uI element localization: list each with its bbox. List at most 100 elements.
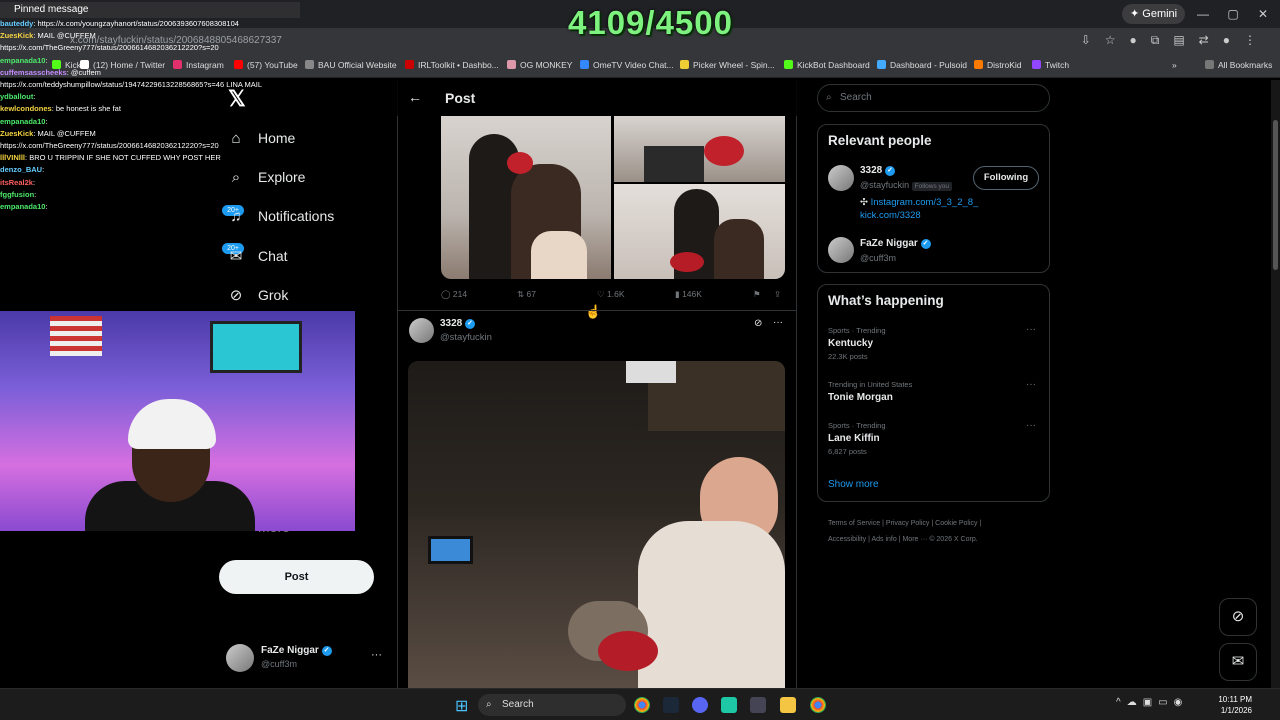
footer-link[interactable]: More ··· [902, 536, 927, 543]
reply-author-name[interactable]: 3328 ✓ [440, 318, 476, 329]
views-button[interactable]: ▮ 146K [675, 289, 702, 300]
taskbar-search[interactable]: ⌕ Search [478, 694, 626, 716]
avatar[interactable] [828, 237, 854, 263]
all-bookmarks[interactable]: All Bookmarks [1205, 60, 1272, 70]
more-icon[interactable]: ··· [1026, 420, 1036, 431]
chat-message: lllVINlll: BRO U TRIPPIN IF SHE NOT CUFF… [0, 153, 221, 163]
avatar[interactable] [409, 318, 434, 343]
trend-item[interactable]: Sports · Trending Lane Kiffin 6,827 post… [828, 421, 886, 456]
nav-grok[interactable]: ⊘ Grok [226, 286, 289, 304]
chat-message: empanada10: [0, 202, 48, 212]
person-name[interactable]: FaZe Niggar ✓ [860, 238, 931, 249]
footer-link[interactable]: Terms of Service [828, 520, 880, 527]
following-button[interactable]: Following [973, 166, 1039, 190]
chat-message: fggfusion: [0, 189, 37, 199]
chat-text: https://x.com/youngzayhanort/status/2006… [37, 19, 239, 28]
minimize-icon[interactable]: — [1188, 4, 1218, 24]
chat-message: https://x.com/TheGreeny777/status/200661… [0, 42, 300, 54]
gemini-label: Gemini [1142, 8, 1178, 20]
chat-text: MAIL @CUFFEM [37, 128, 96, 138]
person-handle: @stayfuckin Follows you [860, 180, 952, 191]
close-icon[interactable]: ✕ [1248, 4, 1278, 24]
verified-icon: ✓ [321, 646, 332, 656]
post-photo[interactable] [614, 184, 785, 279]
mouse-cursor-icon: ☝ [585, 304, 602, 319]
more-icon[interactable]: ··· [371, 649, 382, 661]
discord-icon[interactable] [692, 697, 708, 713]
bookmark-item[interactable]: IRLToolkit • Dashbo... [405, 60, 499, 70]
share-icon[interactable]: ⇪ [774, 289, 781, 300]
back-arrow-icon[interactable]: ← [408, 89, 422, 105]
repost-button[interactable]: ⇅ 67 [517, 289, 536, 300]
bookmark-item[interactable]: DistroKid [974, 60, 1021, 70]
goal-counter: 4109/4500 [568, 4, 733, 41]
reply-button[interactable]: ◯ 214 [441, 289, 467, 300]
chat-text: https://x.com/teddyshumpillow/status/194… [0, 80, 263, 90]
verified-icon: ✓ [465, 319, 476, 329]
gemini-button[interactable]: ✦ Gemini [1122, 4, 1186, 24]
search-input[interactable]: ⌕ Search [817, 84, 1050, 112]
chat-message: https://x.com/teddyshumpillow/status/194… [0, 79, 300, 91]
trend-item[interactable]: Trending in United States Tonie Morgan [828, 380, 912, 403]
post-photo[interactable] [614, 116, 785, 182]
chat-message: denzo_BAU: [0, 165, 45, 175]
app-icon[interactable] [750, 697, 766, 713]
bookmark-item[interactable]: KickBot Dashboard [784, 60, 870, 70]
chat-message: empanada10: [0, 55, 48, 65]
bookmark-icon[interactable]: ⚑ [753, 289, 761, 300]
person-name[interactable]: 3328 ✓ [860, 165, 896, 176]
bio-link[interactable]: kick.com/3328 [860, 210, 921, 221]
bookmark-item[interactable]: Twitch [1032, 60, 1069, 70]
chat-username: denzo_BAU [0, 165, 43, 175]
post-button[interactable]: Post [219, 560, 374, 594]
show-more-link[interactable]: Show more [828, 479, 879, 490]
more-icon[interactable]: ··· [1026, 324, 1036, 335]
reply-photo[interactable] [408, 361, 785, 688]
steam-icon[interactable] [663, 697, 679, 713]
account-handle: @cuff3m [261, 659, 297, 669]
clock[interactable]: 10:11 PM 1/1/2026 [1218, 694, 1252, 716]
windows-start-icon[interactable]: ⊞ [455, 696, 468, 716]
chat-text: https://x.com/TheGreeny777/status/200661… [0, 43, 219, 53]
bio-link[interactable]: Instagram.com/3_3_2_8_ [871, 197, 979, 208]
app-icon[interactable] [721, 697, 737, 713]
chrome-icon[interactable] [810, 697, 826, 713]
browser-toolbar-icons[interactable]: ⇩☆●⧉▤⇄●⋮ [1081, 33, 1270, 48]
folder-icon[interactable] [780, 697, 796, 713]
more-icon[interactable]: ··· [1026, 379, 1036, 390]
footer-link[interactable]: Privacy Policy [886, 520, 930, 527]
post-photo[interactable] [441, 116, 611, 279]
chat-message: https://x.com/TheGreeny777/status/200661… [0, 140, 300, 152]
more-icon[interactable]: ··· [773, 317, 783, 328]
person-handle: @cuff3m [860, 253, 896, 263]
person-bio: ✣ Instagram.com/3_3_2_8_ kick.com/3328 [860, 196, 978, 222]
views-icon: ▮ [675, 289, 680, 299]
grok-icon[interactable]: ⊘ [1219, 598, 1257, 636]
bookmark-item[interactable]: BAU Official Website [305, 60, 397, 70]
like-button[interactable]: ♡ 1.6K [597, 289, 625, 300]
avatar[interactable] [828, 165, 854, 191]
bookmark-item[interactable]: OmeTV Video Chat... [580, 60, 674, 70]
chevron-right-icon[interactable]: » [1172, 60, 1177, 70]
bookmark-item[interactable]: Picker Wheel - Spin... [680, 60, 775, 70]
footer-link[interactable]: Ads info [871, 536, 896, 543]
footer-link[interactable]: Cookie Policy [935, 520, 977, 527]
chat-username: bauteddy [0, 19, 34, 28]
bookmark-item[interactable]: Dashboard - Pulsoid [877, 60, 967, 70]
repost-icon: ⇅ [517, 289, 525, 299]
maximize-icon[interactable]: ▢ [1218, 4, 1248, 24]
chat-icon: ✉ [229, 248, 243, 265]
footer-links: Terms of Service | Privacy Policy | Cook… [828, 520, 982, 543]
reply-author-handle: @stayfuckin [440, 332, 492, 343]
footer-link[interactable]: Accessibility [828, 536, 866, 543]
pinned-message: Pinned message [0, 2, 300, 18]
system-tray-icons[interactable]: ^☁▣▭◉ [1116, 697, 1188, 708]
chrome-icon[interactable] [634, 697, 650, 713]
bookmark-item[interactable]: OG MONKEY [507, 60, 572, 70]
chat-message: ZuesKick: MAIL @CUFFEM [0, 31, 96, 41]
grok-icon[interactable]: ⊘ [754, 318, 762, 329]
nav-chat[interactable]: ✉ Chat [226, 247, 288, 265]
messages-icon[interactable]: ✉ [1219, 643, 1257, 681]
scrollbar[interactable] [1271, 80, 1280, 688]
trend-item[interactable]: Sports · Trending Kentucky 22.3K posts [828, 326, 886, 361]
